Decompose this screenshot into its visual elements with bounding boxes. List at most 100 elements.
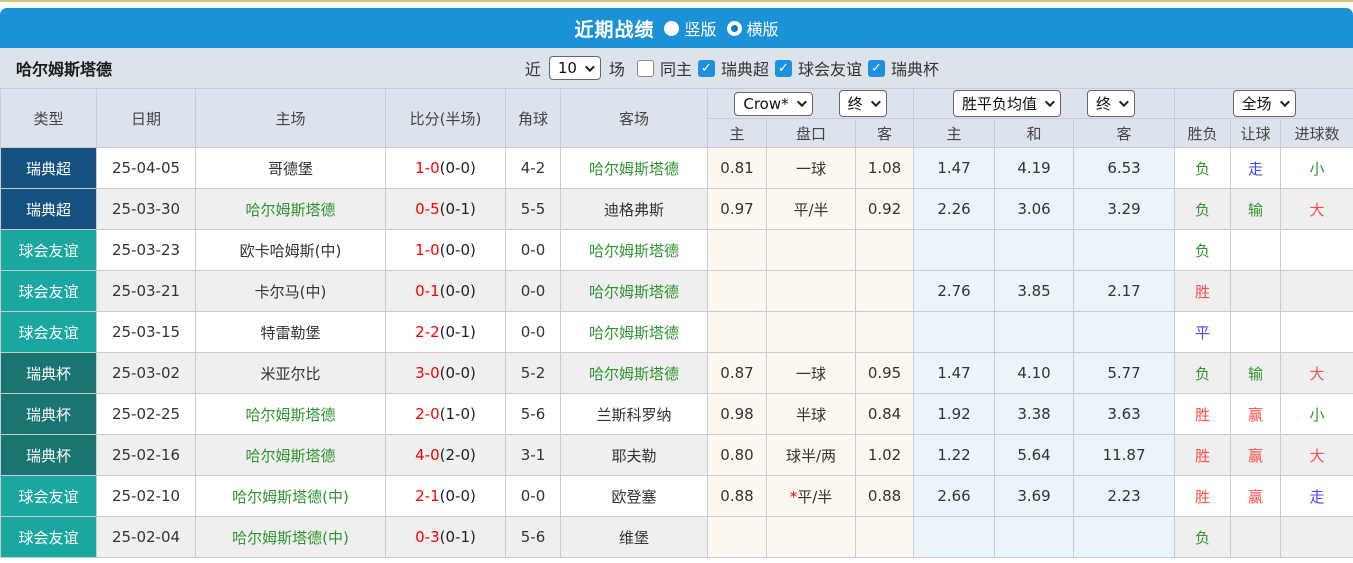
home-team[interactable]: 卡尔马(中)	[195, 270, 386, 312]
sub-header-handicap-line: 盘口	[766, 118, 856, 148]
results-table: 类型 日期 主场 比分(半场) 角球 客场 Crow* 终 胜平负均值 终 全场…	[0, 88, 1353, 558]
match-row: 瑞典超 25-04-05 哥德堡 1-0(0-0) 4-2 哈尔姆斯塔德 0.81 一球 1.0…	[0, 147, 1353, 189]
fulltime-score: 1-0	[415, 159, 440, 177]
avg-away-odds: 2.23	[1073, 475, 1176, 517]
match-count-value: 10	[557, 59, 577, 77]
league-badge: 瑞典超	[0, 188, 97, 230]
handicap-line	[766, 516, 856, 558]
home-team[interactable]: 哈尔姆斯塔德(中)	[195, 516, 386, 558]
match-date: 25-03-23	[96, 229, 196, 271]
away-team[interactable]: 哈尔姆斯塔德	[560, 229, 708, 271]
avg-time-select[interactable]: 终	[1087, 90, 1136, 117]
radio-checked-icon[interactable]	[726, 20, 742, 36]
league-badge: 球会友谊	[0, 311, 97, 353]
league-label-friendly: 球会友谊	[797, 60, 862, 79]
corner-count: 0-0	[505, 475, 561, 517]
away-team[interactable]: 兰斯科罗纳	[560, 393, 708, 435]
handicap-home-odds	[707, 516, 767, 558]
avg-away-odds	[1073, 229, 1176, 271]
away-team[interactable]: 哈尔姆斯塔德	[560, 147, 708, 189]
goal-count-result: 大	[1280, 188, 1353, 230]
home-team[interactable]: 欧卡哈姆斯(中)	[195, 229, 386, 271]
handicap-time-select[interactable]: 终	[838, 90, 887, 117]
match-date: 25-03-30	[96, 188, 196, 230]
result-cell: 胜	[1174, 270, 1232, 312]
league-checkbox-allsvenskan[interactable]: ✓	[697, 59, 715, 77]
score-cell: 0-1(0-0)	[385, 270, 506, 312]
chevron-down-icon	[1044, 97, 1055, 108]
result-cell: 胜	[1174, 434, 1232, 476]
fulltime-score: 0-3	[415, 528, 440, 546]
fulltime-score: 0-1	[415, 282, 440, 300]
match-date: 25-03-15	[96, 311, 196, 353]
result-cell: 平	[1174, 311, 1232, 353]
col-header-corner: 角球	[505, 88, 561, 148]
away-team[interactable]: 哈尔姆斯塔德	[560, 352, 708, 394]
let-ball-result: 赢	[1230, 393, 1282, 435]
away-team[interactable]: 哈尔姆斯塔德	[560, 311, 708, 353]
let-ball-result: 输	[1230, 352, 1282, 394]
sub-header-let-ball: 让球	[1230, 118, 1282, 148]
handicap-time-value: 终	[847, 95, 863, 113]
handicap-line: 球半/两	[766, 434, 856, 476]
sub-header-odds-draw: 和	[994, 118, 1075, 148]
handicap-away-odds	[854, 516, 915, 558]
home-team[interactable]: 哥德堡	[195, 147, 386, 189]
result-cell: 负	[1174, 229, 1232, 271]
live-star-icon: *	[789, 487, 798, 506]
halftime-score: (1-0)	[439, 405, 476, 423]
match-date: 25-02-04	[96, 516, 196, 558]
score-cell: 2-1(0-0)	[385, 475, 506, 517]
handicap-home-odds: 0.88	[707, 475, 767, 517]
handicap-company-select[interactable]: Crow*	[734, 91, 813, 116]
handicap-away-odds: 1.02	[854, 434, 915, 476]
handicap-dropdown-group: Crow* 终	[706, 88, 915, 119]
league-badge: 瑞典杯	[0, 352, 97, 394]
home-team[interactable]: 哈尔姆斯塔德	[195, 188, 386, 230]
league-badge: 球会友谊	[0, 475, 97, 517]
scope-value: 全场	[1241, 95, 1272, 113]
league-checkbox-cup[interactable]: ✓	[867, 59, 885, 77]
home-team[interactable]: 哈尔姆斯塔德(中)	[195, 475, 386, 517]
filter-controls: 近 10 场 同主 ✓ 瑞典超 ✓ 球会友谊 ✓ 瑞典杯	[525, 56, 939, 80]
fulltime-score: 4-0	[415, 446, 440, 464]
radio-horizontal-layout[interactable]: 横版	[726, 16, 779, 40]
avg-away-odds: 11.87	[1073, 434, 1176, 476]
match-row: 球会友谊 25-02-04 哈尔姆斯塔德(中) 0-3(0-1) 5-6 维堡负	[0, 516, 1353, 558]
avg-away-odds: 6.53	[1073, 147, 1176, 189]
goal-count-result	[1280, 270, 1353, 312]
match-row: 球会友谊 25-02-10 哈尔姆斯塔德(中) 2-1(0-0) 0-0 欧登塞 0.88 *…	[0, 475, 1353, 517]
match-row: 球会友谊 25-03-15 特雷勒堡 2-2(0-1) 0-0 哈尔姆斯塔德平	[0, 311, 1353, 353]
home-team[interactable]: 哈尔姆斯塔德	[195, 434, 386, 476]
result-cell: 胜	[1174, 475, 1232, 517]
avg-draw-odds: 3.69	[994, 475, 1075, 517]
handicap-home-odds: 0.97	[707, 188, 767, 230]
avg-home-odds: 2.66	[913, 475, 996, 517]
avg-draw-odds: 5.64	[994, 434, 1075, 476]
match-count-select[interactable]: 10	[548, 56, 601, 80]
radio-vertical-layout[interactable]: 竖版	[664, 16, 717, 40]
home-team[interactable]: 哈尔姆斯塔德	[195, 393, 386, 435]
handicap-away-odds	[854, 229, 915, 271]
handicap-line	[766, 311, 856, 353]
sub-header-goal-count: 进球数	[1280, 118, 1353, 148]
away-team[interactable]: 耶夫勒	[560, 434, 708, 476]
league-checkbox-friendly[interactable]: ✓	[774, 59, 792, 77]
recent-results-widget: 近期战绩 竖版 横版 哈尔姆斯塔德 近 10 场 同主 ✓ 瑞典超 ✓ 球会友谊…	[0, 0, 1353, 563]
sub-header-odds-home: 主	[913, 118, 996, 148]
home-team[interactable]: 特雷勒堡	[195, 311, 386, 353]
away-team[interactable]: 迪格弗斯	[560, 188, 708, 230]
scope-select[interactable]: 全场	[1232, 90, 1296, 117]
avg-odds-select[interactable]: 胜平负均值	[953, 90, 1062, 117]
radio-unchecked-icon[interactable]	[664, 20, 680, 36]
halftime-score: (0-1)	[439, 323, 476, 341]
same-home-checkbox[interactable]	[636, 59, 654, 77]
home-team[interactable]: 米亚尔比	[195, 352, 386, 394]
score-cell: 3-0(0-0)	[385, 352, 506, 394]
handicap-away-odds: 1.08	[854, 147, 915, 189]
away-team[interactable]: 维堡	[560, 516, 708, 558]
away-team[interactable]: 哈尔姆斯塔德	[560, 270, 708, 312]
match-row: 瑞典杯 25-03-02 米亚尔比 3-0(0-0) 5-2 哈尔姆斯塔德 0.87 一球 0.…	[0, 352, 1353, 394]
away-team[interactable]: 欧登塞	[560, 475, 708, 517]
avg-home-odds: 2.76	[913, 270, 996, 312]
